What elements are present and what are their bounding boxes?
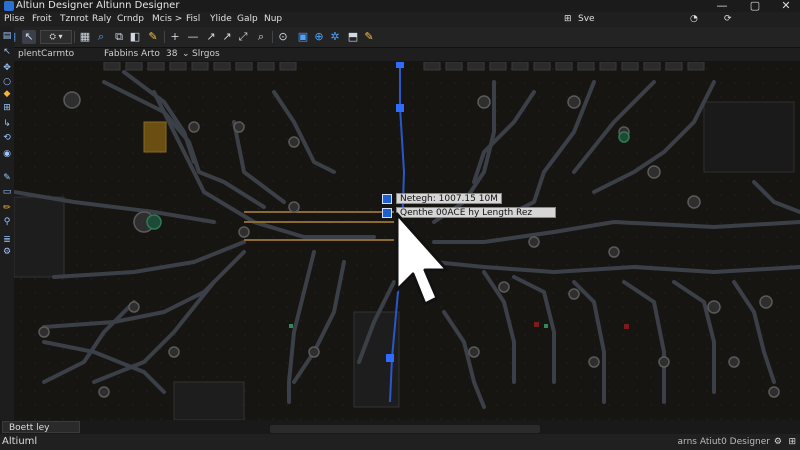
add-icon[interactable]: + bbox=[168, 30, 182, 44]
mode-dropdown[interactable]: Slrgos bbox=[192, 48, 220, 61]
menu-route[interactable]: Ylide bbox=[210, 12, 232, 27]
menu-view[interactable]: Tznrot bbox=[60, 12, 88, 27]
settings-icon[interactable]: ⚙ bbox=[2, 247, 12, 257]
status-app-name: Altiuml bbox=[2, 436, 38, 447]
measure-icon[interactable]: ⚲ bbox=[2, 217, 12, 227]
inspect-icon[interactable]: ⌕ bbox=[254, 30, 268, 44]
circle-icon[interactable]: ○ bbox=[2, 77, 12, 87]
refresh-icon[interactable]: ⟳ bbox=[724, 13, 732, 26]
toolbar-separator bbox=[164, 31, 165, 43]
ic-top-right bbox=[703, 101, 795, 173]
maximize-button[interactable]: ▢ bbox=[745, 0, 765, 12]
horizontal-scrollbar[interactable] bbox=[270, 425, 540, 433]
zoom-icon[interactable]: ⌕ bbox=[94, 30, 108, 44]
component-tool-icon[interactable]: ◆ bbox=[2, 89, 12, 99]
drc-icon[interactable]: ⊙ bbox=[276, 30, 290, 44]
dropdown-arrow-icon[interactable]: ⌄ bbox=[182, 48, 190, 61]
net-info-icon bbox=[382, 194, 392, 204]
zoom-level[interactable]: 38 bbox=[166, 48, 177, 61]
diff-pair-icon[interactable]: ⤢ bbox=[236, 30, 250, 44]
pan-icon[interactable]: ✥ bbox=[2, 63, 12, 73]
list-icon[interactable]: ≣ bbox=[2, 235, 12, 245]
menu-tools[interactable]: Fisl bbox=[186, 12, 200, 27]
rotate-icon[interactable]: ⟲ bbox=[2, 133, 12, 143]
length-info-icon bbox=[382, 208, 392, 218]
menu-project[interactable]: Raly bbox=[92, 12, 111, 27]
route-icon[interactable]: ↗ bbox=[204, 30, 218, 44]
toolbar-separator bbox=[272, 31, 273, 43]
fill-icon[interactable]: ⬒ bbox=[346, 30, 360, 44]
projects-panel-icon[interactable]: ▤ bbox=[2, 31, 12, 41]
grid-icon[interactable]: ⊞ bbox=[564, 13, 572, 26]
pad-icon[interactable]: ▭ bbox=[2, 187, 12, 197]
main-toolbar: ▤ ↖ ⛭ ▾ ▦ ⌕ ⧉ ◧ ✎ + — ↗ ↗ ⤢ ⌕ ⊙ ▣ ⊕ ✲ ⬒ … bbox=[0, 27, 800, 48]
net-handle[interactable] bbox=[396, 62, 404, 68]
menu-design[interactable]: Mcis > bbox=[152, 12, 182, 27]
net-handle[interactable] bbox=[386, 354, 394, 362]
via-icon[interactable]: ◉ bbox=[2, 149, 12, 159]
secondary-toolbar: plentCarmto Fabbins Arto 38 ⌄ Slrgos bbox=[14, 48, 800, 61]
marker-icon[interactable]: ✏ bbox=[2, 203, 12, 213]
altium-app-icon bbox=[4, 1, 14, 11]
wrench-icon[interactable]: ✎ bbox=[362, 30, 376, 44]
board-dropdown[interactable]: Fabbins Arto bbox=[104, 48, 160, 61]
route-tool-icon[interactable]: ↳ bbox=[2, 119, 12, 129]
interactive-route-icon[interactable]: ↗ bbox=[220, 30, 234, 44]
menu-edit[interactable]: Froit bbox=[32, 12, 52, 27]
pen-icon[interactable]: ✎ bbox=[2, 173, 12, 183]
window-title: Altiun Designer Altiunn Designer bbox=[16, 0, 180, 11]
menu-bar: Plise Froit Tznrot Raly Crndp Mcis > Fis… bbox=[0, 12, 800, 27]
net-handle[interactable] bbox=[396, 104, 404, 112]
expand-icon[interactable]: ⊞ bbox=[788, 434, 796, 450]
select-icon[interactable]: ↖ bbox=[22, 30, 36, 44]
minimize-button[interactable]: — bbox=[712, 0, 732, 12]
gear-icon[interactable]: ⚙ bbox=[774, 434, 782, 450]
mouse-cursor-icon bbox=[395, 212, 449, 306]
save-icon[interactable]: ▦ bbox=[78, 30, 92, 44]
menu-place[interactable]: Crndp bbox=[117, 12, 144, 27]
layer-icon[interactable]: ◧ bbox=[128, 30, 142, 44]
edit-icon[interactable]: ✎ bbox=[146, 30, 160, 44]
status-panels-label[interactable]: arns Atiut0 Designer bbox=[678, 434, 770, 450]
capacitor-yellow bbox=[143, 121, 167, 153]
ic-left bbox=[14, 196, 65, 278]
snap-icon[interactable]: ✲ bbox=[328, 30, 342, 44]
ic-bottom-left bbox=[173, 381, 245, 420]
filter-dropdown[interactable]: ⛭ ▾ bbox=[40, 30, 72, 44]
search-box[interactable]: Sve bbox=[578, 13, 595, 26]
search-label: Sve bbox=[578, 14, 595, 24]
close-button[interactable]: ✕ bbox=[776, 0, 796, 12]
component-icon[interactable]: ▣ bbox=[296, 30, 310, 44]
menu-help[interactable]: Nup bbox=[264, 12, 282, 27]
tab-board-layers[interactable]: Boett ley bbox=[2, 421, 80, 433]
align-icon[interactable]: ⊞ bbox=[2, 103, 12, 113]
left-toolbar: ▤ ↖ ✥ ○ ◆ ⊞ ↳ ⟲ ◉ ✎ ▭ ✏ ⚲ ≣ ⚙ bbox=[0, 27, 14, 420]
status-bar: Altiuml arns Atiut0 Designer ⚙ ⊞ bbox=[0, 434, 800, 450]
tooltip-net-length: Netegh: 1007.15 10M bbox=[396, 193, 502, 204]
zoom-fit-icon[interactable]: ⊕ bbox=[312, 30, 326, 44]
project-dropdown[interactable]: plentCarmto bbox=[18, 48, 74, 61]
title-bar: Altiun Designer Altiunn Designer — ▢ ✕ bbox=[0, 0, 800, 12]
notifications-icon[interactable]: ◔ bbox=[690, 13, 698, 26]
line-icon[interactable]: — bbox=[186, 30, 200, 44]
menu-file[interactable]: Plise bbox=[4, 12, 25, 27]
copy-icon[interactable]: ⧉ bbox=[112, 30, 126, 44]
toolbar-separator bbox=[74, 31, 75, 43]
pointer-icon[interactable]: ↖ bbox=[2, 47, 12, 57]
menu-reports[interactable]: Galp bbox=[237, 12, 258, 27]
